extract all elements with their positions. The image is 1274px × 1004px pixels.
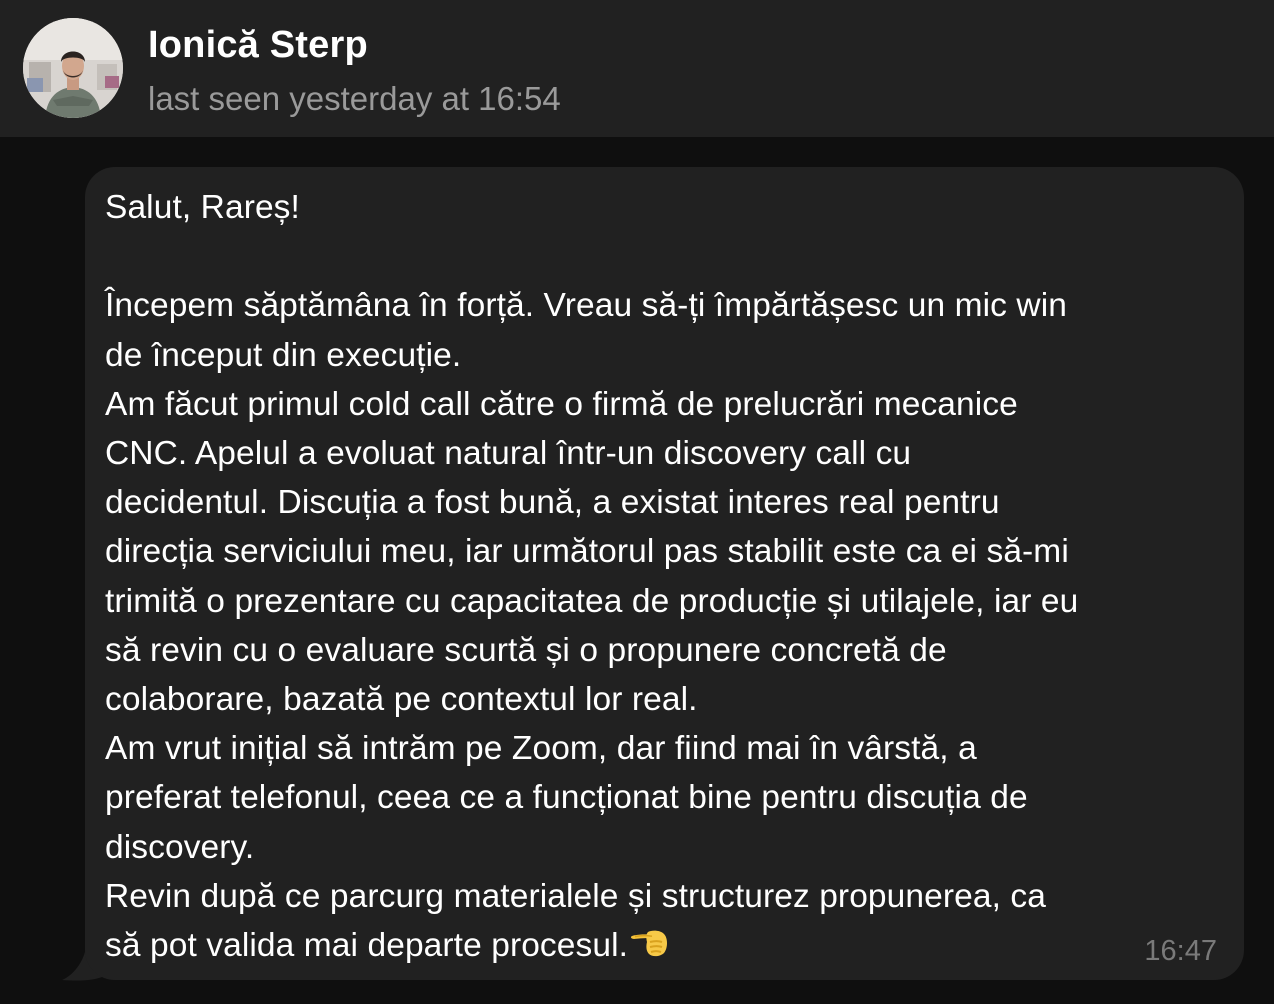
message-time: 16:47	[1144, 935, 1217, 967]
message-body: Salut, Rareș! Începem săptămâna în forță…	[105, 189, 1079, 965]
message-text: Salut, Rareș! Începem săptămâna în forță…	[105, 183, 1235, 970]
pointing-hand-emoji-icon	[630, 924, 670, 960]
last-seen-status: last seen yesterday at 16:54	[148, 80, 561, 117]
avatar-photo-icon	[23, 18, 123, 118]
avatar[interactable]	[23, 18, 123, 118]
message-bubble[interactable]: Salut, Rareș! Începem săptămâna în forță…	[85, 167, 1244, 980]
chat-area: Salut, Rareș! Începem săptămâna în forță…	[0, 137, 1274, 1004]
chat-header: Ionică Sterp last seen yesterday at 16:5…	[0, 0, 1274, 137]
contact-name[interactable]: Ionică Sterp	[148, 24, 368, 67]
